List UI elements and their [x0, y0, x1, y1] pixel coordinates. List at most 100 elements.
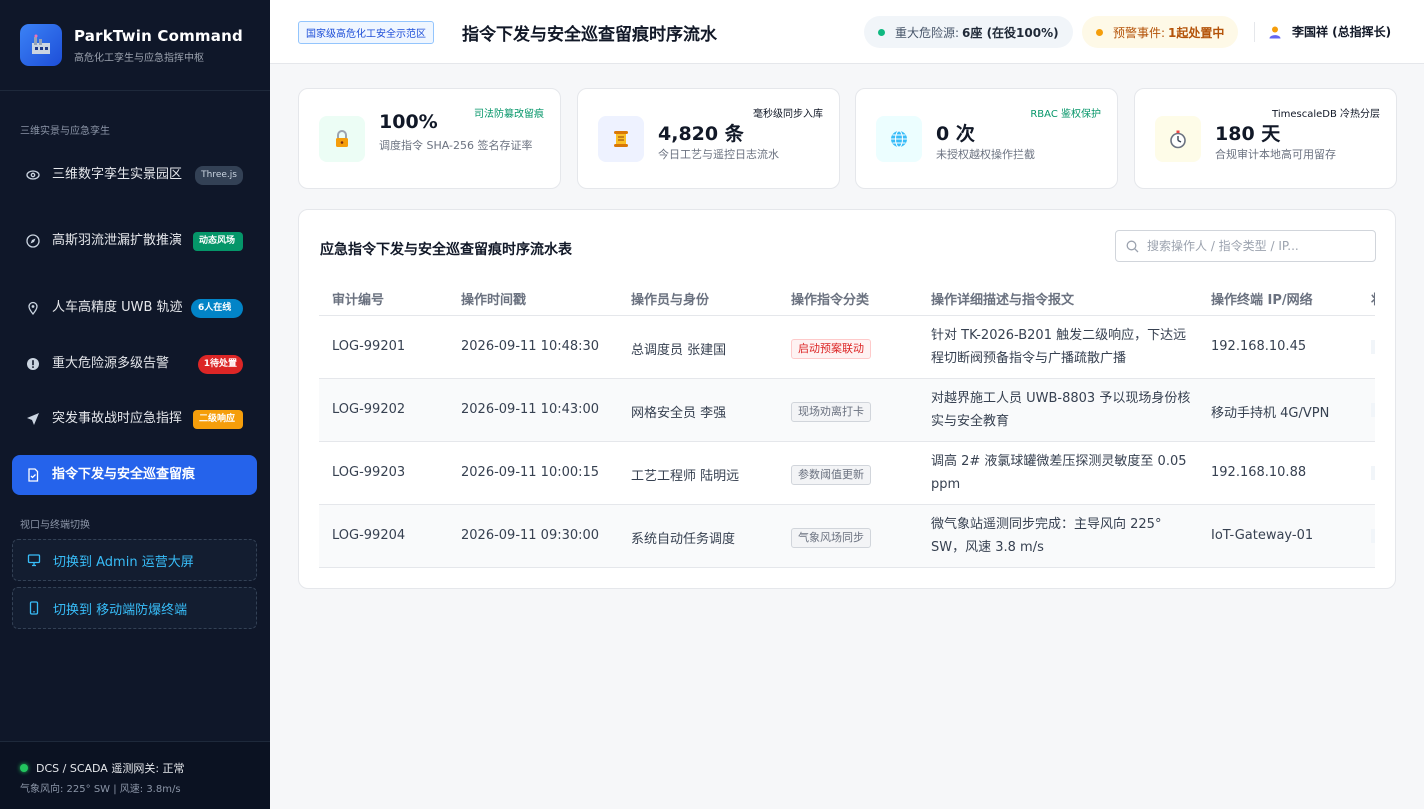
cell-status-clipped — [1371, 466, 1375, 480]
cell-id: LOG-99204 — [332, 528, 406, 543]
search-input[interactable] — [1147, 239, 1357, 253]
sidebar-section-twin: 三维实景与应急孪生 — [20, 126, 110, 137]
category-tag: 气象风场同步 — [791, 528, 871, 548]
cell-status-clipped — [1371, 340, 1375, 354]
card-label: 调度指令 SHA-256 签名存证率 — [379, 139, 533, 152]
table-row[interactable]: LOG-99203 2026-09-11 10:00:15 工艺工程师 陆明远 … — [319, 442, 1375, 505]
card-tag: 毫秒级同步入库 — [753, 109, 823, 120]
cell-time: 2026-09-11 10:00:15 — [461, 465, 600, 480]
sidebar-item-3d-twin[interactable]: 三维数字孪生实景园区 Three.js — [12, 154, 257, 196]
hazard-value: 6座 (在役100%) — [962, 25, 1059, 40]
card-tag: TimescaleDB 冷热分层 — [1272, 109, 1380, 120]
column-header-status: 状 — [1371, 289, 1375, 308]
stopwatch-icon — [1155, 116, 1201, 162]
sidebar-item-audit-log[interactable]: 指令下发与安全巡查留痕 — [12, 455, 257, 495]
status-dot-icon — [878, 28, 885, 36]
mobile-icon — [27, 601, 41, 615]
top-header: 国家级高危化工安全示范区 指令下发与安全巡查留痕时序流水 重大危险源: 6座 (… — [270, 0, 1424, 64]
user-icon — [1268, 25, 1282, 39]
alert-icon — [26, 357, 40, 371]
status-dot-icon — [20, 764, 28, 772]
sidebar-item-label: 高斯羽流泄漏扩散推演 — [52, 233, 183, 248]
sidebar-item-label: 重大危险源多级告警 — [52, 356, 170, 371]
globe-icon — [876, 116, 922, 162]
warning-status-pill: 预警事件: 1起处置中 — [1082, 16, 1239, 48]
column-header-time: 操作时间戳 — [461, 293, 527, 308]
switch-mobile-label: 切换到 移动端防爆终端 — [53, 602, 188, 618]
card-label: 今日工艺与遥控日志流水 — [658, 148, 779, 161]
category-tag: 参数阈值更新 — [791, 465, 871, 485]
sidebar-item-label: 人车高精度 UWB 轨迹 — [52, 300, 183, 315]
brand: ParkTwin Command 高危化工孪生与应急指挥中枢 — [20, 24, 243, 66]
sidebar-item-plume[interactable]: 高斯羽流泄漏扩散推演 动态风场 — [12, 220, 257, 262]
cell-operator: 总调度员 张建国 — [631, 343, 727, 358]
sidebar-footer: DCS / SCADA 遥测网关: 正常 气象风向: 225° SW | 风速:… — [0, 741, 270, 809]
cell-ip: 192.168.10.45 — [1211, 339, 1307, 354]
user-name: 李国祥 (总指挥长) — [1292, 25, 1392, 39]
switch-mobile-button[interactable]: 切换到 移动端防爆终端 — [12, 587, 257, 629]
table-row[interactable]: LOG-99204 2026-09-11 09:30:00 系统自动任务调度 气… — [319, 505, 1375, 568]
cell-desc: 微气象站遥测同步完成：主导风向 225° SW，风速 3.8 m/s — [931, 517, 1162, 555]
category-tag: 启动预案联动 — [791, 339, 871, 359]
column-header-desc: 操作详细描述与指令报文 — [931, 293, 1075, 308]
gateway-status-text: DCS / SCADA 遥测网关: 正常 — [36, 762, 185, 775]
card-tag: 司法防篡改留痕 — [474, 109, 544, 120]
sidebar-section-viewport: 视口与终端切换 — [20, 520, 90, 531]
column-header-id: 审计编号 — [332, 293, 385, 308]
sidebar-item-label: 三维数字孪生实景园区 — [52, 167, 183, 182]
sidebar-item-label: 突发事故战时应急指挥 — [52, 411, 183, 426]
response-level-badge: 二级响应 — [193, 409, 243, 429]
search-icon — [1126, 240, 1139, 253]
zone-tag: 国家级高危化工安全示范区 — [298, 21, 434, 44]
switch-admin-button[interactable]: 切换到 Admin 运营大屏 — [12, 539, 257, 581]
sidebar-divider — [0, 90, 270, 91]
table-title: 应急指令下发与安全巡查留痕时序流水表 — [320, 242, 572, 258]
warning-value: 1起处置中 — [1168, 25, 1225, 40]
send-icon — [26, 412, 40, 426]
card-value: 0 次 — [936, 123, 975, 145]
cell-desc: 对越界施工人员 UWB-8803 予以现场身份核实与安全教育 — [931, 391, 1191, 429]
document-check-icon — [26, 468, 40, 482]
cell-id: LOG-99203 — [332, 465, 406, 480]
eye-icon — [26, 168, 40, 182]
stat-card-retention: TimescaleDB 冷热分层 180 天 合规审计本地高可用留存 — [1134, 88, 1397, 189]
column-header-operator: 操作员与身份 — [631, 293, 710, 308]
lock-icon — [319, 116, 365, 162]
sidebar-item-hazard-alarm[interactable]: 重大危险源多级告警 1待处置 — [12, 343, 257, 385]
card-value: 100% — [379, 111, 438, 133]
card-tag: RBAC 鉴权保护 — [1030, 109, 1101, 120]
search-box[interactable] — [1115, 230, 1376, 262]
cell-time: 2026-09-11 10:43:00 — [461, 402, 600, 417]
hazard-status-pill: 重大危险源: 6座 (在役100%) — [864, 16, 1073, 48]
card-value: 4,820 条 — [658, 123, 744, 145]
cell-operator: 网格安全员 李强 — [631, 406, 727, 421]
warning-dot-icon — [1096, 28, 1103, 36]
weather-status: 气象风向: 225° SW | 风速: 3.8m/s — [20, 784, 181, 795]
switch-admin-label: 切换到 Admin 运营大屏 — [53, 554, 194, 570]
stat-card-logs: 毫秒级同步入库 4,820 条 今日工艺与遥控日志流水 — [577, 88, 840, 189]
gateway-status: DCS / SCADA 遥测网关: 正常 — [20, 760, 185, 776]
threejs-badge: Three.js — [195, 165, 243, 185]
user-profile[interactable]: 李国祥 (总指挥长) — [1268, 23, 1391, 40]
online-count-badge: 6人在线 — [191, 298, 243, 318]
factory-logo-icon — [20, 24, 62, 66]
pending-badge: 1待处置 — [197, 354, 243, 374]
cell-operator: 工艺工程师 陆明远 — [631, 469, 740, 484]
cell-time: 2026-09-11 09:30:00 — [461, 528, 600, 543]
table-row[interactable]: LOG-99202 2026-09-11 10:43:00 网格安全员 李强 现… — [319, 379, 1375, 442]
compass-icon — [26, 234, 40, 248]
warning-label: 预警事件: — [1113, 25, 1166, 40]
table-row[interactable]: LOG-99201 2026-09-11 10:48:30 总调度员 张建国 启… — [319, 316, 1375, 379]
sidebar: ParkTwin Command 高危化工孪生与应急指挥中枢 三维实景与应急孪生… — [0, 0, 270, 809]
sidebar-item-uwb[interactable]: 人车高精度 UWB 轨迹 6人在线 — [12, 287, 257, 329]
audit-table: 审计编号 操作时间戳 操作员与身份 操作指令分类 操作详细描述与指令报文 操作终… — [319, 276, 1375, 568]
cell-id: LOG-99201 — [332, 339, 406, 354]
brand-subtitle: 高危化工孪生与应急指挥中枢 — [74, 52, 204, 64]
sidebar-item-emergency-command[interactable]: 突发事故战时应急指挥 二级响应 — [12, 398, 257, 440]
cell-time: 2026-09-11 10:48:30 — [461, 339, 600, 354]
location-pin-icon — [26, 301, 40, 315]
audit-table-panel: 应急指令下发与安全巡查留痕时序流水表 审计编号 操作时间戳 操作员与身份 操作指… — [298, 209, 1396, 589]
card-label: 合规审计本地高可用留存 — [1215, 148, 1336, 161]
page-title: 指令下发与安全巡查留痕时序流水 — [462, 25, 717, 45]
card-label: 未授权越权操作拦截 — [936, 148, 1035, 161]
